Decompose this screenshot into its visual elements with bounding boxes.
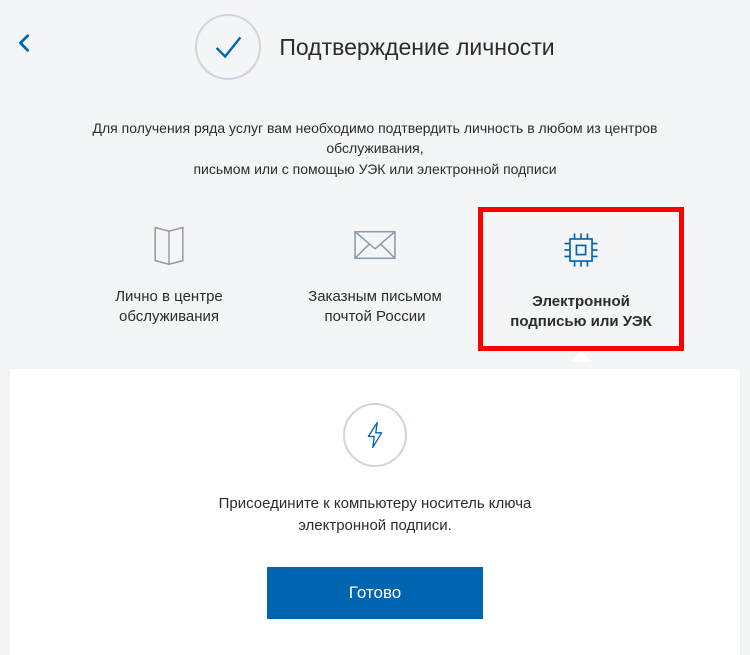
map-icon [72, 215, 266, 275]
page-title: Подтверждение личности [279, 34, 554, 61]
checkmark-icon [209, 28, 247, 66]
option-by-mail[interactable]: Заказным письмом почтой России [272, 207, 478, 342]
option-label: Заказным письмом почтой России [278, 287, 472, 328]
envelope-icon [278, 215, 472, 275]
verification-options: Лично в центре обслуживания Заказным пис… [0, 207, 750, 352]
flash-icon-circle [343, 403, 407, 467]
description-text: Для получения ряда услуг вам необходимо … [55, 118, 695, 179]
back-button[interactable] [14, 32, 36, 54]
page-header: Подтверждение личности [0, 0, 750, 80]
option-label: Электронной подписью или УЭК [489, 292, 673, 333]
chevron-left-icon [14, 32, 36, 54]
description-line1: Для получения ряда услуг вам необходимо … [93, 120, 658, 156]
option-digital-signature[interactable]: Электронной подписью или УЭК [478, 207, 684, 352]
check-circle-icon [195, 14, 261, 80]
ready-button[interactable]: Готово [267, 567, 483, 619]
instruction-panel: Присоедините к компьютеру носитель ключа… [10, 369, 740, 655]
chip-icon [489, 220, 673, 280]
lightning-icon [364, 419, 386, 451]
description-line2: письмом или с помощью УЭК или электронно… [193, 161, 556, 177]
option-in-person[interactable]: Лично в центре обслуживания [66, 207, 272, 342]
instruction-text: Присоедините к компьютеру носитель ключа… [30, 493, 720, 537]
option-label: Лично в центре обслуживания [72, 287, 266, 328]
